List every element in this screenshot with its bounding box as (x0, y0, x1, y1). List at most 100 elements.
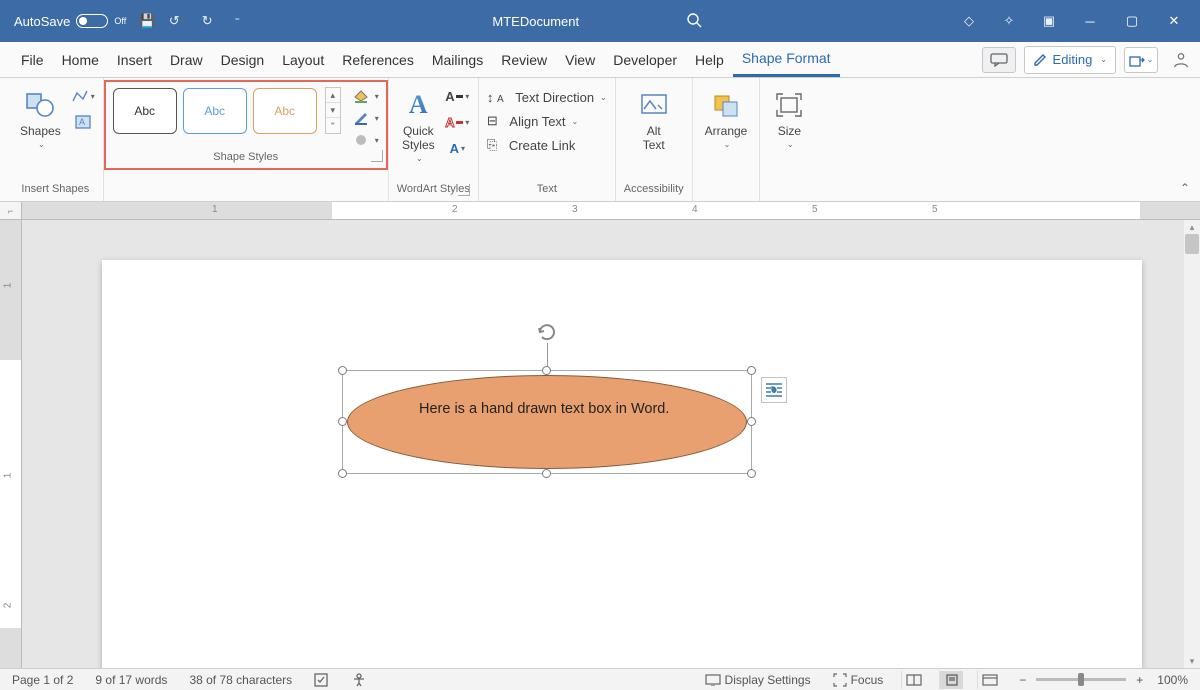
zoom-in-button[interactable]: + (1132, 673, 1147, 687)
tab-file[interactable]: File (12, 42, 53, 77)
shape-effects-button[interactable]: ▾ (353, 133, 379, 147)
shapes-gallery-button[interactable]: Shapes ⌄ (16, 86, 65, 151)
align-text-button[interactable]: ⊟ Align Text⌄ (487, 113, 578, 129)
vertical-ruler[interactable]: 1 1 2 (0, 220, 22, 668)
shape-text-content[interactable]: Here is a hand drawn text box in Word. (419, 399, 675, 421)
display-settings-button[interactable]: Display Settings (701, 673, 815, 687)
scroll-down-icon[interactable]: ▾ (1184, 654, 1200, 668)
undo-icon[interactable]: ↺▾ (168, 12, 186, 30)
chevron-down-icon: ⌄ (1100, 55, 1107, 64)
zoom-slider[interactable] (1036, 678, 1126, 681)
shape-fill-button[interactable]: ▾ (353, 89, 379, 103)
tab-insert[interactable]: Insert (108, 42, 161, 77)
tab-shape-format[interactable]: Shape Format (733, 42, 840, 77)
editing-mode-button[interactable]: Editing ⌄ (1024, 46, 1116, 74)
page: Here is a hand drawn text box in Word. (102, 260, 1142, 668)
resize-handle-sw[interactable] (338, 469, 347, 478)
vertical-scrollbar[interactable]: ▴ ▾ (1184, 220, 1200, 668)
resize-handle-se[interactable] (747, 469, 756, 478)
tab-home[interactable]: Home (53, 42, 108, 77)
resize-handle-nw[interactable] (338, 366, 347, 375)
window-layout-icon[interactable]: ▣ (1040, 12, 1058, 30)
text-direction-button[interactable]: ↕ A Text Direction⌄ (487, 90, 607, 105)
shape-style-preset-1[interactable]: Abc (113, 88, 177, 134)
zoom-control: − + 100% (1015, 673, 1192, 687)
status-accessibility-icon[interactable] (348, 673, 370, 687)
shape-style-preset-2[interactable]: Abc (183, 88, 247, 134)
redo-icon[interactable]: ↻ (198, 12, 216, 30)
group-wordart-styles: A Quick Styles⌄ A▾ A▾ A▾ WordArt Styles (389, 78, 479, 201)
horizontal-ruler[interactable]: 1 2 3 4 5 5 (22, 202, 1200, 220)
close-button[interactable]: ✕ (1164, 11, 1184, 31)
alt-text-button[interactable]: Alt Text (633, 86, 675, 154)
status-page[interactable]: Page 1 of 2 (8, 673, 77, 687)
resize-handle-ne[interactable] (747, 366, 756, 375)
ruler-corner: ⌐ (0, 202, 22, 220)
diamond-icon[interactable]: ◇ (960, 12, 978, 30)
account-icon[interactable] (1172, 51, 1190, 69)
resize-handle-s[interactable] (542, 469, 551, 478)
read-mode-view-button[interactable] (901, 671, 925, 689)
document-title[interactable]: MTEDocument ⌄ (492, 14, 593, 29)
group-size: Size⌄ (760, 78, 818, 201)
minimize-button[interactable]: ─ (1080, 11, 1100, 31)
tab-view[interactable]: View (556, 42, 604, 77)
print-layout-view-button[interactable] (939, 671, 963, 689)
resize-handle-w[interactable] (338, 417, 347, 426)
autosave-label: AutoSave (14, 14, 70, 29)
size-button[interactable]: Size⌄ (768, 86, 810, 151)
shape-styles-dialog-launcher[interactable] (371, 150, 383, 162)
style-gallery-scroll[interactable]: ▴▾⁼ (325, 87, 341, 134)
svg-text:A: A (79, 117, 85, 127)
save-icon[interactable]: 💾 (138, 12, 156, 30)
tab-mailings[interactable]: Mailings (423, 42, 492, 77)
tab-layout[interactable]: Layout (273, 42, 333, 77)
share-button[interactable]: ⌄ (1124, 47, 1158, 73)
autosave-toggle[interactable]: AutoSave Off (14, 14, 126, 29)
ellipse-shape[interactable] (347, 375, 747, 469)
scrollbar-thumb[interactable] (1185, 234, 1199, 254)
maximize-button[interactable]: ▢ (1122, 11, 1142, 31)
tab-review[interactable]: Review (492, 42, 556, 77)
comments-button[interactable] (982, 47, 1016, 73)
ribbon: Shapes ⌄ ▾ A Insert Shapes Abc Abc Abc ▴… (0, 78, 1200, 202)
selected-shape[interactable]: Here is a hand drawn text box in Word. (342, 370, 752, 474)
group-text: ↕ A Text Direction⌄ ⊟ Align Text⌄ ⎘ Crea… (479, 78, 616, 201)
resize-handle-e[interactable] (747, 417, 756, 426)
document-area[interactable]: Here is a hand drawn text box in Word. (22, 220, 1200, 668)
rotate-handle-icon[interactable] (536, 321, 558, 343)
chevron-down-icon: ⌄ (587, 17, 594, 26)
search-button[interactable] (674, 12, 714, 31)
status-chars[interactable]: 38 of 78 characters (185, 673, 296, 687)
collapse-ribbon-button[interactable]: ⌃ (1180, 181, 1190, 195)
text-outline-button[interactable]: A▾ (445, 112, 469, 132)
zoom-out-button[interactable]: − (1015, 673, 1030, 687)
qat-more-icon[interactable]: ⁼ (228, 12, 246, 30)
scroll-up-icon[interactable]: ▴ (1184, 220, 1200, 234)
web-layout-view-button[interactable] (977, 671, 1001, 689)
status-spell-icon[interactable] (310, 673, 334, 687)
draw-text-box-button[interactable]: A (71, 112, 95, 132)
tab-draw[interactable]: Draw (161, 42, 212, 77)
tab-help[interactable]: Help (686, 42, 733, 77)
layout-options-button[interactable] (761, 377, 787, 403)
shape-outline-button[interactable]: ▾ (353, 111, 379, 125)
edit-shape-button[interactable]: ▾ (71, 86, 95, 106)
tab-developer[interactable]: Developer (604, 42, 686, 77)
text-effects-button[interactable]: A▾ (445, 138, 469, 158)
shape-style-preset-3[interactable]: Abc (253, 88, 317, 134)
create-link-button[interactable]: ⎘ Create Link (487, 137, 576, 153)
quick-styles-button[interactable]: A Quick Styles⌄ (397, 86, 439, 165)
resize-handle-n[interactable] (542, 366, 551, 375)
arrange-button[interactable]: Arrange⌄ (701, 86, 752, 151)
focus-mode-button[interactable]: Focus (829, 673, 888, 687)
status-words[interactable]: 9 of 17 words (91, 673, 171, 687)
text-fill-button[interactable]: A▾ (445, 86, 469, 106)
wordart-dialog-launcher[interactable] (458, 184, 470, 196)
zoom-level[interactable]: 100% (1153, 673, 1192, 687)
tab-references[interactable]: References (333, 42, 423, 77)
title-bar: AutoSave Off 💾 ↺▾ ↻ ⁼ MTEDocument ⌄ ◇ ✧ … (0, 0, 1200, 42)
tab-design[interactable]: Design (212, 42, 274, 77)
wand-icon[interactable]: ✧ (1000, 12, 1018, 30)
group-accessibility: Alt Text Accessibility (616, 78, 693, 201)
